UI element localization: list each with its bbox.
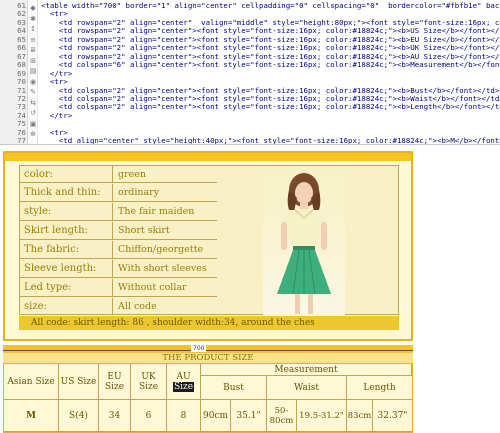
attribute-label: color: — [20, 166, 113, 183]
attribute-label: Led type: — [20, 279, 113, 297]
size-table: Asian Size US Size EU Size UK Size AU Si… — [3, 363, 413, 433]
code-text[interactable]: <td align="center" style="height:40px;">… — [41, 136, 500, 144]
attribute-value: All code — [118, 301, 157, 312]
page: { "editor": { "lines": [ {"no": "61", "c… — [0, 0, 500, 433]
ruler-width-label: 700 — [191, 345, 207, 352]
asian-size-header: Asian Size — [4, 364, 59, 400]
us-size-header: US Size — [59, 364, 99, 400]
attribute-label: Sleeve length: — [20, 260, 113, 278]
eu-size-header: EU Size — [99, 364, 131, 400]
uk-size-header: UK Size — [131, 364, 167, 400]
attribute-value: With short sleeves — [118, 263, 207, 274]
waist-in-cell: 19.5-31.2" — [297, 400, 347, 432]
attribute-value: green — [118, 169, 146, 180]
attribute-row: color: green — [20, 166, 217, 183]
frame-top-band — [5, 153, 411, 161]
measurement-header: Measurement — [201, 364, 412, 376]
au-size-cell: 8 — [167, 400, 201, 432]
code-line[interactable]: 77 <td align="center" style="height:40px… — [0, 136, 500, 145]
waist-cm-cell: 50-80cm — [267, 400, 297, 432]
eu-size-cell: 34 — [99, 400, 131, 432]
attribute-row: The fabric: Chiffon/georgette — [20, 241, 217, 259]
au-label: AU — [176, 371, 191, 382]
measurement-note: All code: skirt length: 86 , shoulder wi… — [19, 316, 399, 330]
attribute-value: ordinary — [118, 187, 160, 198]
attribute-label: size: — [20, 298, 113, 315]
waist-header: Waist — [267, 376, 347, 400]
bust-header: Bust — [201, 376, 267, 400]
attributes-table: color: green Thick and thin: ordinary style:… — [19, 165, 399, 316]
attribute-label: The fabric: — [20, 241, 113, 259]
bust-cm-cell: 90cm — [201, 400, 231, 432]
au-size-header: AU Size — [167, 364, 201, 400]
length-in-cell: 32.37" — [373, 400, 412, 432]
attribute-value: Short skirt — [118, 225, 170, 236]
product-info-frame: color: green Thick and thin: ordinary style:… — [3, 151, 413, 341]
code-editor[interactable]: ◆ ✱ ↕ ≡ ≣ ⊞ ▤ ◉ ✎ ⇆ ↺ ▣ ⊕ 61 <table width="700" borde… — [0, 0, 500, 145]
length-header: Length — [347, 376, 412, 400]
attribute-label: Thick and thin: — [20, 184, 113, 202]
product-size-title: THE PRODUCT SIZE — [3, 353, 413, 363]
product-photo — [263, 166, 345, 316]
attribute-row: size: All code — [20, 298, 217, 315]
attribute-row: style: The fair maiden — [20, 203, 217, 221]
asian-size-cell: M — [4, 400, 59, 432]
attribute-label: style: — [20, 203, 113, 221]
model-in-green-dress-image — [277, 173, 331, 314]
attribute-value: Chiffon/georgette — [118, 244, 204, 255]
uk-size-cell: 6 — [131, 400, 167, 432]
line-number: 77 — [17, 136, 26, 145]
attribute-row: Sleeve length: With short sleeves — [20, 260, 217, 278]
attribute-value: The fair maiden — [118, 206, 195, 217]
us-size-cell: S(4) — [59, 400, 99, 432]
bust-in-cell: 35.1" — [231, 400, 267, 432]
attribute-row: Skirt length: Short skirt — [20, 222, 217, 240]
length-cm-cell: 83cm — [347, 400, 373, 432]
selected-text-highlight[interactable]: Size — [172, 381, 195, 392]
design-preview[interactable]: color: green Thick and thin: ordinary style:… — [0, 146, 500, 433]
attribute-row: Led type: Without collar — [20, 279, 217, 297]
attribute-label: Skirt length: — [20, 222, 113, 240]
ruler-line — [3, 350, 413, 351]
attribute-row: Thick and thin: ordinary — [20, 184, 217, 202]
attribute-value: Without collar — [118, 282, 187, 293]
